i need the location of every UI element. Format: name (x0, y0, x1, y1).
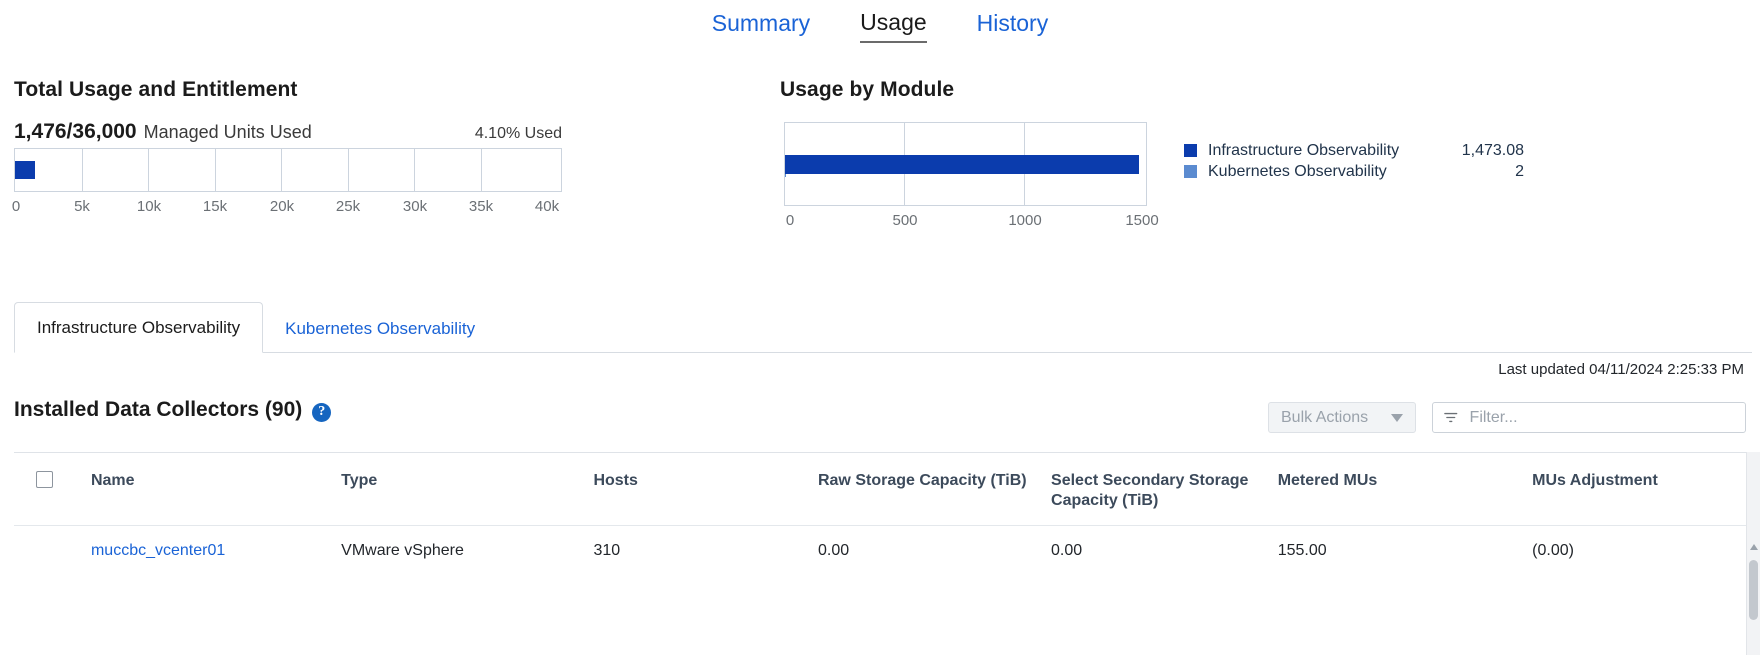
module-legend: Infrastructure Observability 1,473.08 Ku… (1184, 140, 1524, 182)
collectors-table-wrap: Name Type Hosts Raw Storage Capacity (Ti… (14, 452, 1746, 655)
axis-tick: 500 (892, 212, 917, 229)
usage-units-label: Managed Units Used (144, 122, 312, 143)
usage-page: Summary Usage History Total Usage and En… (0, 0, 1760, 655)
total-usage-title: Total Usage and Entitlement (14, 78, 574, 102)
chevron-down-icon (1391, 414, 1403, 422)
axis-tick: 10k (137, 198, 161, 215)
axis-tick: 1500 (1125, 212, 1158, 229)
cell-name: muccbc_vcenter01 (91, 526, 341, 577)
legend-swatch-infrastructure-icon (1184, 144, 1197, 157)
collectors-toolbar: Bulk Actions (1268, 402, 1746, 433)
legend-value: 1,473.08 (1462, 142, 1524, 160)
collector-name-link[interactable]: muccbc_vcenter01 (91, 542, 225, 559)
module-tab-bar: Infrastructure Observability Kubernetes … (14, 301, 1752, 353)
table-vertical-scrollbar[interactable] (1746, 452, 1760, 655)
module-axis: 0 500 1000 1500 (784, 212, 1147, 238)
bulk-actions-label: Bulk Actions (1281, 409, 1368, 427)
axis-tick: 5k (74, 198, 90, 215)
entitlement-axis: 0 5k 10k 15k 20k 25k 30k 35k 40k (14, 198, 574, 224)
charts-row: Total Usage and Entitlement 1,476/36,000… (0, 78, 1760, 258)
cell-mus-adjustment: (0.00) (1532, 526, 1746, 577)
cell-secondary-storage: 0.00 (1051, 526, 1278, 577)
axis-tick: 0 (786, 212, 794, 229)
scroll-up-arrow-icon[interactable] (1750, 544, 1758, 550)
tab-history[interactable]: History (977, 8, 1049, 42)
column-header-mus-adjustment[interactable]: MUs Adjustment (1532, 453, 1746, 526)
usage-by-module-title: Usage by Module (780, 78, 1740, 102)
cell-type: VMware vSphere (341, 526, 593, 577)
help-icon[interactable]: ? (312, 403, 331, 422)
module-bar-infrastructure (785, 155, 1139, 174)
collectors-table: Name Type Hosts Raw Storage Capacity (Ti… (14, 453, 1746, 576)
legend-item-infrastructure-observability: Infrastructure Observability 1,473.08 (1184, 140, 1524, 161)
entitlement-bar-chart (14, 148, 562, 192)
axis-tick: 0 (12, 198, 20, 215)
select-all-header (14, 453, 91, 526)
usage-value: 1,476/36,000 (14, 120, 137, 144)
select-all-checkbox[interactable] (36, 471, 53, 488)
legend-item-kubernetes-observability: Kubernetes Observability 2 (1184, 161, 1524, 182)
module-bar-kubernetes (785, 174, 786, 177)
table-header-row: Name Type Hosts Raw Storage Capacity (Ti… (14, 453, 1746, 526)
usage-by-module-panel: Usage by Module 0 500 1000 1500 Infrastr… (780, 78, 1740, 238)
axis-tick: 20k (270, 198, 294, 215)
axis-tick: 35k (469, 198, 493, 215)
legend-value: 2 (1515, 163, 1524, 181)
axis-tick: 1000 (1008, 212, 1041, 229)
total-usage-panel: Total Usage and Entitlement 1,476/36,000… (14, 78, 574, 224)
column-header-type[interactable]: Type (341, 453, 593, 526)
tab-summary[interactable]: Summary (712, 8, 810, 42)
tab-usage[interactable]: Usage (860, 7, 926, 43)
legend-label: Kubernetes Observability (1208, 163, 1515, 181)
module-tab-infrastructure-observability[interactable]: Infrastructure Observability (14, 302, 263, 353)
cell-hosts: 310 (593, 526, 818, 577)
module-tab-kubernetes-observability[interactable]: Kubernetes Observability (263, 304, 497, 353)
axis-tick: 15k (203, 198, 227, 215)
collectors-header: Installed Data Collectors (90) ? Bulk Ac… (14, 398, 1746, 440)
usage-percent: 4.10% Used (475, 125, 562, 143)
bulk-actions-button[interactable]: Bulk Actions (1268, 402, 1416, 433)
column-header-name[interactable]: Name (91, 453, 341, 526)
collectors-title: Installed Data Collectors (90) (14, 398, 302, 422)
column-header-hosts[interactable]: Hosts (593, 453, 818, 526)
entitlement-bar-infrastructure (15, 161, 35, 179)
axis-tick: 25k (336, 198, 360, 215)
cell-raw-storage: 0.00 (818, 526, 1051, 577)
filter-field[interactable] (1432, 402, 1746, 433)
filter-icon (1443, 409, 1459, 426)
column-header-select-secondary-storage-capacity[interactable]: Select Secondary Storage Capacity (TiB) (1051, 453, 1278, 526)
cell-metered-mus: 155.00 (1278, 526, 1532, 577)
filter-input[interactable] (1468, 408, 1735, 428)
axis-tick: 30k (403, 198, 427, 215)
collectors-title-wrap: Installed Data Collectors (90) ? (14, 398, 331, 422)
table-row: muccbc_vcenter01 VMware vSphere 310 0.00… (14, 526, 1746, 577)
module-bar-chart (784, 122, 1147, 206)
legend-label: Infrastructure Observability (1208, 142, 1462, 160)
usage-summary-line: 1,476/36,000 Managed Units Used 4.10% Us… (14, 120, 562, 144)
column-header-raw-storage-capacity[interactable]: Raw Storage Capacity (TiB) (818, 453, 1051, 526)
legend-swatch-kubernetes-icon (1184, 165, 1197, 178)
last-updated-text: Last updated 04/11/2024 2:25:33 PM (1498, 361, 1744, 378)
axis-tick: 40k (535, 198, 559, 215)
top-tab-bar: Summary Usage History (0, 0, 1760, 44)
column-header-metered-mus[interactable]: Metered MUs (1278, 453, 1532, 526)
scrollbar-thumb[interactable] (1749, 560, 1758, 620)
row-select-cell (14, 526, 91, 577)
